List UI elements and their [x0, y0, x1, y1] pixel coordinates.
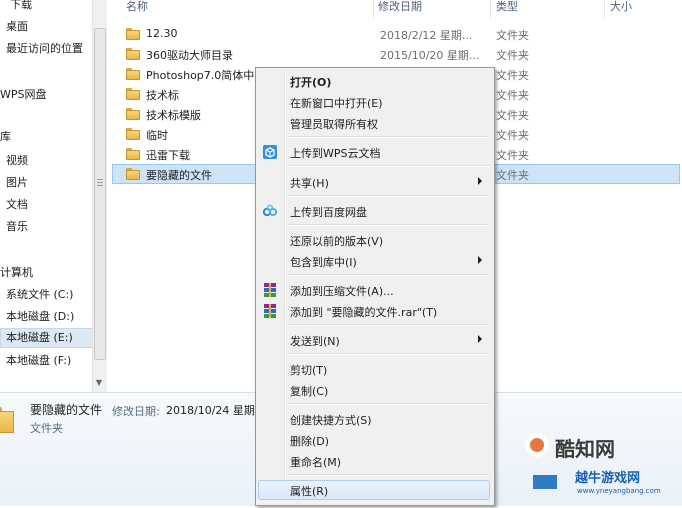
navigation-pane: 下载 桌面 最近访问的位置 WPS网盘 库 视频 图片 文档 音乐 计算机 系统…	[0, 0, 108, 392]
nav-item-libraries[interactable]: 库	[0, 128, 11, 144]
folder-icon	[126, 48, 140, 60]
folder-icon	[126, 108, 140, 120]
nav-item-drive-e[interactable]: 本地磁盘 (E:)	[0, 328, 95, 348]
nav-item-music[interactable]: 音乐	[6, 218, 28, 234]
file-type: 文件夹	[496, 149, 529, 162]
folder-icon	[126, 68, 140, 80]
file-type: 文件夹	[496, 169, 529, 182]
menu-item-take-ownership[interactable]: 管理员取得所有权	[258, 113, 490, 133]
watermark-brand: 酷知网	[555, 437, 615, 461]
nav-scrollbar-thumb[interactable]	[94, 28, 106, 360]
menu-item-open-new-window[interactable]: 在新窗口中打开(E)	[258, 92, 490, 112]
folder-icon	[126, 128, 140, 140]
file-type: 文件夹	[496, 49, 529, 62]
file-type: 文件夹	[496, 89, 529, 102]
folder-icon	[126, 148, 140, 160]
file-name: 技术标	[146, 89, 179, 102]
column-header-size[interactable]: 大小	[610, 0, 632, 18]
nav-item-videos[interactable]: 视频	[6, 152, 28, 168]
menu-item-send-to[interactable]: 发送到(N)	[258, 330, 490, 350]
menu-item-delete[interactable]: 删除(D)	[258, 430, 490, 450]
watermark-sub: 越牛游戏网	[575, 471, 641, 486]
folder-icon	[126, 168, 140, 180]
nav-item-drive-c[interactable]: 系统文件 (C:)	[6, 286, 73, 302]
list-item[interactable]: 360驱动大师目录 2015/10/20 星期... 文件夹	[112, 44, 680, 64]
file-name: 360驱动大师目录	[146, 49, 233, 62]
file-type: 文件夹	[496, 69, 529, 82]
menu-item-add-to-archive[interactable]: 添加到压缩文件(A)...	[258, 280, 490, 300]
menu-item-add-to-rar[interactable]: 添加到 "要隐藏的文件.rar"(T)	[258, 301, 490, 321]
file-type: 文件夹	[496, 29, 529, 42]
file-name: 要隐藏的文件	[146, 169, 212, 182]
file-name: 临时	[146, 129, 168, 142]
menu-item-copy[interactable]: 复制(C)	[258, 380, 490, 400]
nav-item-downloads[interactable]: 下载	[10, 0, 32, 12]
winrar-icon	[262, 282, 278, 298]
submenu-arrow-icon	[478, 335, 482, 343]
menu-item-share[interactable]: 共享(H)	[258, 172, 490, 192]
submenu-arrow-icon	[478, 256, 482, 264]
file-name: 技术标模版	[146, 109, 201, 122]
nav-item-drive-f[interactable]: 本地磁盘 (F:)	[6, 352, 71, 368]
menu-item-rename[interactable]: 重命名(M)	[258, 451, 490, 471]
details-file-type: 文件夹	[30, 422, 63, 435]
details-date-value: 2018/10/24 星期...	[166, 404, 266, 417]
watermark-url: www.yneyangbang.com	[577, 487, 661, 495]
menu-item-open[interactable]: 打开(O)	[258, 71, 490, 91]
column-header-name[interactable]: 名称	[126, 0, 148, 18]
baidu-netdisk-icon	[262, 203, 278, 219]
file-date: 2018/2/12 星期...	[380, 29, 473, 42]
submenu-arrow-icon	[478, 177, 482, 185]
nav-item-recent[interactable]: 最近访问的位置	[6, 40, 83, 56]
menu-item-create-shortcut[interactable]: 创建快捷方式(S)	[258, 409, 490, 429]
column-header-type[interactable]: 类型	[496, 0, 518, 18]
nav-item-desktop[interactable]: 桌面	[6, 18, 28, 34]
nav-item-drive-d[interactable]: 本地磁盘 (D:)	[6, 308, 74, 324]
menu-item-cut[interactable]: 剪切(T)	[258, 359, 490, 379]
file-date: 2015/10/20 星期...	[380, 49, 480, 62]
details-date-label: 修改日期:	[112, 405, 160, 418]
menu-item-restore-previous[interactable]: 还原以前的版本(V)	[258, 230, 490, 250]
nav-item-pictures[interactable]: 图片	[6, 174, 28, 190]
context-menu: 打开(O) 在新窗口中打开(E) 管理员取得所有权 上传到WPS云文档 共享(H…	[255, 67, 495, 506]
file-type: 文件夹	[496, 129, 529, 142]
column-header-date[interactable]: 修改日期	[378, 0, 422, 18]
nav-scroll-down-icon[interactable]: ▼	[92, 376, 106, 390]
menu-item-include-library[interactable]: 包含到库中(I)	[258, 251, 490, 271]
nav-item-computer[interactable]: 计算机	[0, 264, 33, 280]
file-name: 迅雷下载	[146, 149, 190, 162]
list-item[interactable]: 12.30 2018/2/12 星期... 文件夹	[112, 24, 680, 44]
wps-cloud-icon	[262, 144, 278, 160]
file-name: Photoshop7.0简体中...	[146, 69, 265, 82]
file-type: 文件夹	[496, 109, 529, 122]
menu-item-upload-baidu[interactable]: 上传到百度网盘	[258, 201, 490, 221]
folder-icon	[126, 88, 140, 100]
menu-item-properties[interactable]: 属性(R)	[258, 480, 490, 500]
folder-large-icon	[0, 407, 14, 433]
menu-item-upload-wps[interactable]: 上传到WPS云文档	[258, 142, 490, 162]
file-name: 12.30	[146, 27, 178, 40]
nav-item-documents[interactable]: 文档	[6, 196, 28, 212]
details-file-name: 要隐藏的文件	[30, 403, 103, 417]
winrar-icon	[262, 303, 278, 319]
folder-icon	[126, 28, 140, 40]
nav-item-wps-netdisk[interactable]: WPS网盘	[0, 86, 47, 102]
